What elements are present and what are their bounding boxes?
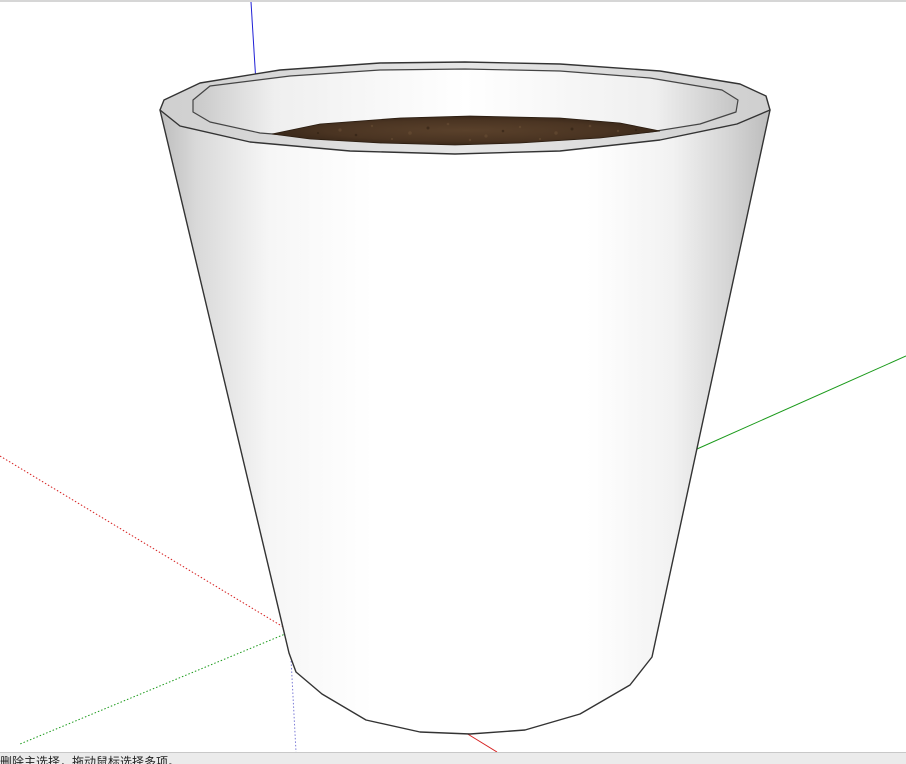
green-axis-dotted-line [19, 631, 291, 745]
status-bar: 删除主选择，拖动鼠标选择多项。 [0, 752, 906, 764]
model-viewport[interactable] [0, 2, 906, 752]
pot-body[interactable] [159, 109, 771, 735]
sketchup-window: 删除主选择，拖动鼠标选择多项。 [0, 0, 906, 764]
status-hint-text: 删除主选择，拖动鼠标选择多项。 [0, 755, 181, 764]
red-axis-line [465, 732, 498, 752]
red-axis-dotted-line [0, 455, 286, 629]
green-axis-line [696, 355, 906, 450]
flower-pot-model[interactable] [159, 61, 771, 735]
